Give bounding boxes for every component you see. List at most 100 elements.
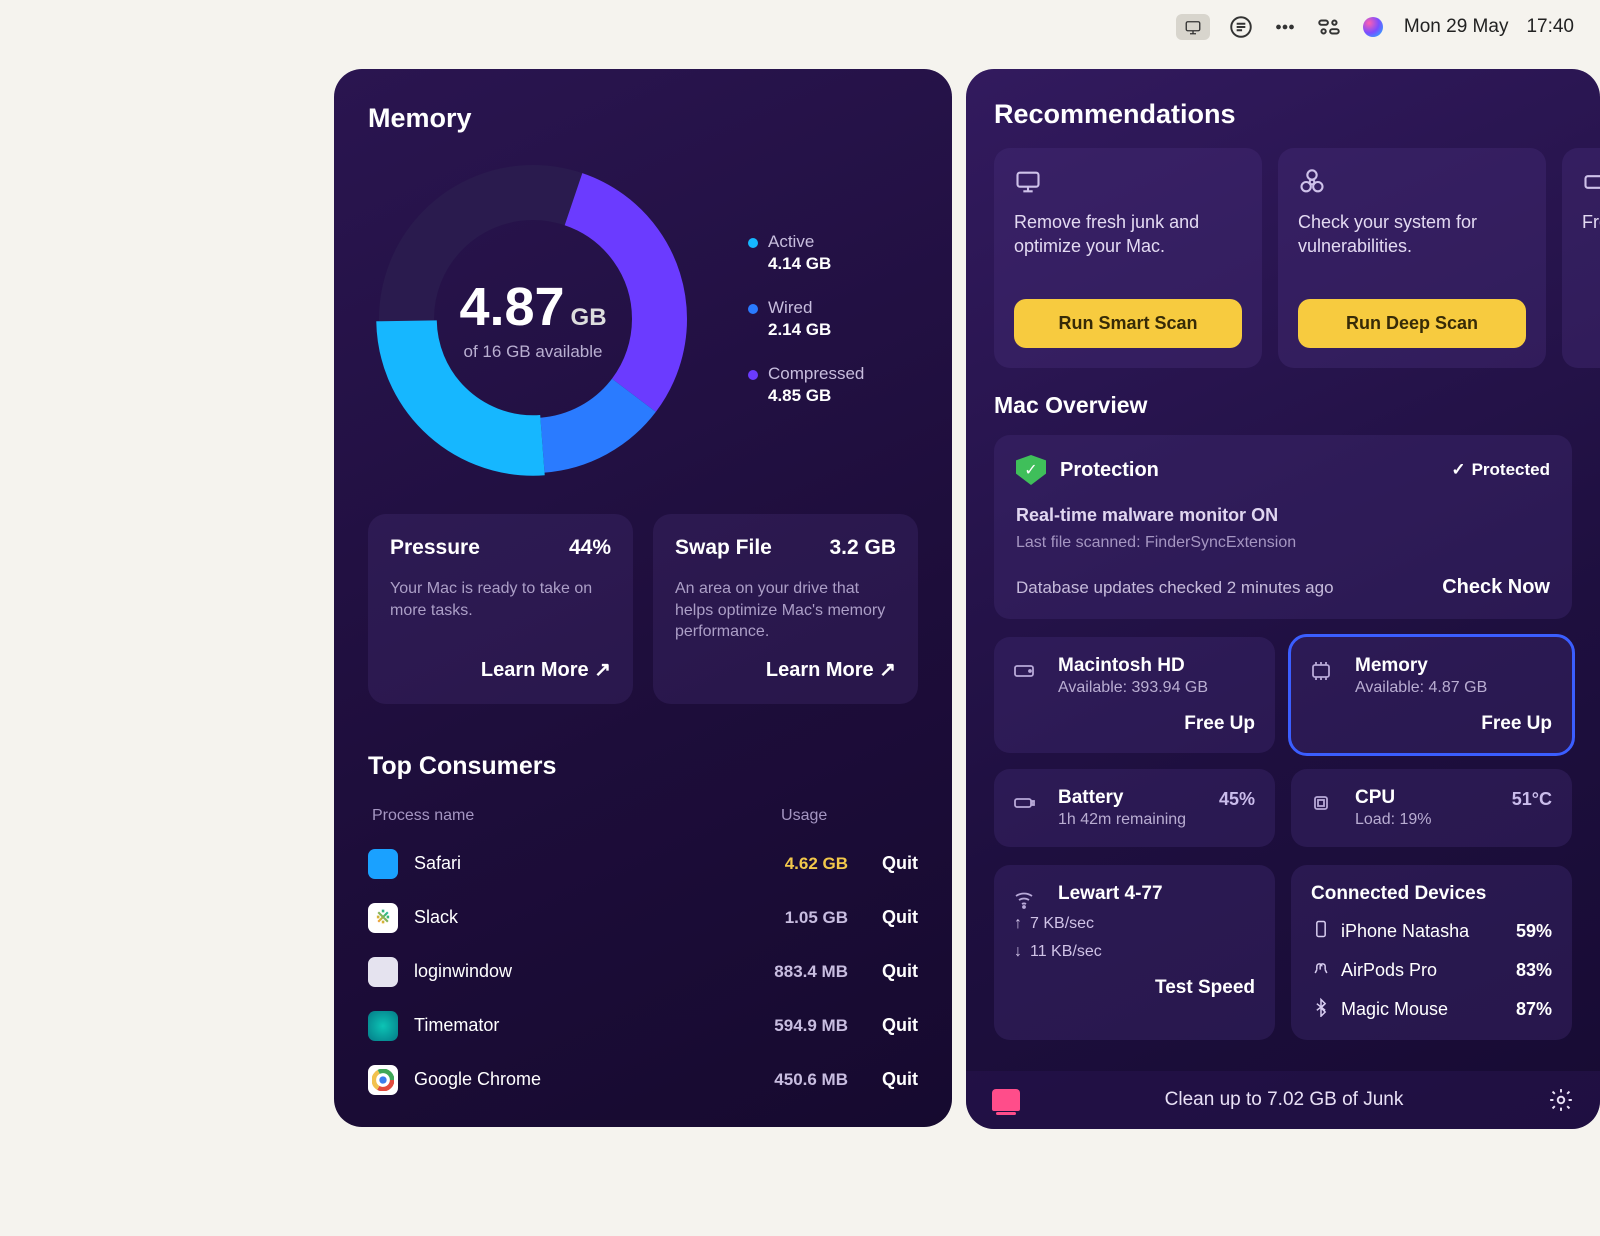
legend-name: Active (768, 232, 814, 251)
process-usage: 594.9 MB (728, 1016, 848, 1036)
menubar-date[interactable]: Mon 29 May (1404, 16, 1509, 38)
memory-donut-chart: 4.87GB of 16 GB available (368, 154, 698, 484)
process-row: loginwindow883.4 MBQuit (368, 957, 918, 987)
hd-title: Macintosh HD (1058, 655, 1255, 677)
device-icon (1311, 958, 1331, 983)
pressure-label: Pressure (390, 536, 480, 560)
app-icon (368, 957, 398, 987)
timemator-icon (368, 1011, 398, 1041)
check-now-button[interactable]: Check Now (1442, 576, 1550, 599)
swap-learn-more[interactable]: Learn More ↗ (675, 657, 896, 682)
cpu-icon (1309, 791, 1333, 815)
legend-name: Wired (768, 298, 812, 317)
quit-button[interactable]: Quit (848, 1069, 918, 1090)
test-speed-button[interactable]: Test Speed (1014, 977, 1255, 999)
menubar-icon-1[interactable] (1228, 14, 1254, 40)
quit-button[interactable]: Quit (848, 1015, 918, 1036)
col-usage: Usage (708, 807, 827, 825)
footer-text[interactable]: Clean up to 7.02 GB of Junk (1165, 1089, 1404, 1111)
devices-tile: Connected Devices iPhone Natasha59% AirPo… (1291, 865, 1572, 1040)
memory-value: 4.87 (459, 277, 564, 337)
protection-label: Protection (1060, 459, 1159, 482)
menubar-app-icon[interactable] (1176, 14, 1210, 40)
protection-card: ✓ Protection ✓Protected Real-time malwar… (994, 435, 1572, 619)
disk-icon (1012, 659, 1036, 683)
menubar: Mon 29 May 17:40 (1150, 0, 1600, 54)
mac-overview-title: Mac Overview (994, 392, 1600, 419)
process-name: Google Chrome (414, 1069, 728, 1090)
process-row: ※Slack1.05 GBQuit (368, 903, 918, 933)
menubar-time[interactable]: 17:40 (1526, 16, 1574, 38)
quit-button[interactable]: Quit (848, 961, 918, 982)
mem-title: Memory (1355, 655, 1552, 677)
quit-button[interactable]: Quit (848, 853, 918, 874)
biohazard-icon (1298, 168, 1326, 196)
disk-icon (1582, 168, 1600, 196)
rec-text: Fre (1582, 210, 1600, 348)
legend-value: 4.14 GB (748, 254, 864, 274)
quit-button[interactable]: Quit (848, 907, 918, 928)
pressure-value: 44% (569, 536, 611, 560)
rec-text: Remove fresh junk and optimize your Mac. (1014, 210, 1242, 299)
memory-unit: GB (571, 304, 607, 331)
protection-db-status: Database updates checked 2 minutes ago (1016, 578, 1334, 598)
protection-status: ✓Protected (1451, 460, 1550, 480)
recommendation-card: Fre (1562, 148, 1600, 368)
process-name: Timemator (414, 1015, 728, 1036)
process-name: loginwindow (414, 961, 728, 982)
device-row: AirPods Pro 83% (1311, 958, 1552, 983)
hd-sub: Available: 393.94 GB (1058, 679, 1255, 697)
process-row: Safari4.62 GBQuit (368, 849, 918, 879)
device-pct: 87% (1516, 999, 1552, 1020)
legend-name: Compressed (768, 364, 864, 383)
upload-icon: ↑ (1014, 915, 1022, 933)
chrome-icon (368, 1065, 398, 1095)
memory-icon (1309, 659, 1333, 683)
mem-sub: Available: 4.87 GB (1355, 679, 1552, 697)
legend-value: 4.85 GB (748, 386, 864, 406)
macintosh-hd-tile[interactable]: Macintosh HD Available: 393.94 GB Free Up (994, 637, 1275, 753)
memory-tile[interactable]: Memory Available: 4.87 GB Free Up (1291, 637, 1572, 753)
wifi-up: 7 KB/sec (1030, 915, 1094, 933)
legend-dot (748, 370, 758, 380)
mem-free-up[interactable]: Free Up (1311, 713, 1552, 735)
rec-button[interactable]: Run Smart Scan (1014, 299, 1242, 348)
swap-desc: An area on your drive that helps optimiz… (675, 578, 896, 643)
wifi-tile[interactable]: Lewart 4-77 ↑7 KB/sec ↓11 KB/sec Test Sp… (994, 865, 1275, 1040)
devices-title: Connected Devices (1311, 883, 1552, 905)
device-name: Magic Mouse (1341, 999, 1448, 1020)
protection-last-scanned: Last file scanned: FinderSyncExtension (1016, 534, 1550, 552)
wifi-icon (1012, 887, 1036, 911)
device-pct: 83% (1516, 960, 1552, 981)
menubar-icon-more[interactable] (1272, 14, 1298, 40)
process-row: Google Chrome450.6 MBQuit (368, 1065, 918, 1095)
memory-legend: Active 4.14 GB Wired 2.14 GB Compressed 4.85 … (748, 232, 864, 406)
battery-tile[interactable]: 45% Battery1h 42m remaining (994, 769, 1275, 847)
cpu-tile[interactable]: 51°C CPULoad: 19% (1291, 769, 1572, 847)
top-consumers-title: Top Consumers (368, 752, 918, 781)
device-name: AirPods Pro (1341, 960, 1437, 981)
legend-value: 2.14 GB (748, 320, 864, 340)
process-usage: 883.4 MB (728, 962, 848, 982)
settings-icon[interactable] (1548, 1087, 1574, 1113)
hd-free-up[interactable]: Free Up (1014, 713, 1255, 735)
device-row: iPhone Natasha59% (1311, 919, 1552, 944)
col-process: Process name (372, 807, 708, 825)
recommendations-title: Recommendations (994, 99, 1600, 130)
process-usage: 4.62 GB (728, 854, 848, 874)
siri-icon[interactable] (1360, 14, 1386, 40)
download-icon: ↓ (1014, 943, 1022, 961)
cpu-sub: Load: 19% (1355, 811, 1552, 829)
rec-text: Check your system for vulnerabilities. (1298, 210, 1526, 299)
process-usage: 1.05 GB (728, 908, 848, 928)
pressure-learn-more[interactable]: Learn More ↗ (390, 657, 611, 682)
wifi-down: 11 KB/sec (1030, 943, 1102, 961)
memory-panel: Memory 4.87GB of 16 GB available Active4… (334, 69, 952, 1127)
recommendation-card: Check your system for vulnerabilities.Ru… (1278, 148, 1546, 368)
slack-icon: ※ (368, 903, 398, 933)
control-center-icon[interactable] (1316, 14, 1342, 40)
footer-bar: Clean up to 7.02 GB of Junk (966, 1071, 1600, 1129)
app-logo-icon[interactable] (992, 1089, 1020, 1111)
legend-dot (748, 304, 758, 314)
rec-button[interactable]: Run Deep Scan (1298, 299, 1526, 348)
